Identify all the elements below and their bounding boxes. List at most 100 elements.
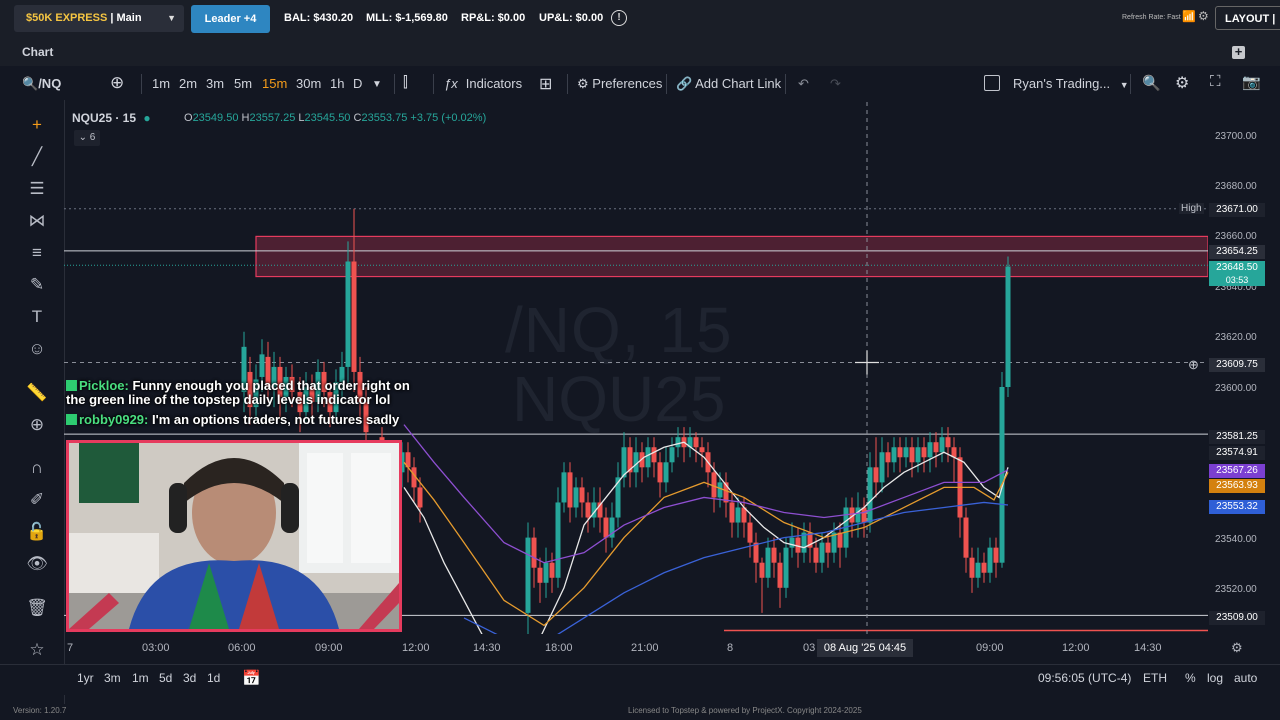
low-value: 23545.50 [304, 112, 351, 124]
price-label: 23540.00 [1215, 534, 1257, 545]
timeframe-30m[interactable]: 30m [296, 76, 321, 91]
auto-toggle[interactable]: auto [1234, 671, 1257, 685]
trash-icon[interactable]: 🗑 [26, 597, 48, 619]
candle-down [771, 547, 777, 563]
candle-down [759, 562, 765, 578]
template-dropdown[interactable]: Ryan's Trading... ▼ [1013, 76, 1129, 91]
candle-up [765, 547, 771, 578]
timeframe-2m[interactable]: 2m [179, 76, 197, 91]
horizontal-lines-tool-icon[interactable]: ☰ [26, 178, 48, 200]
candle-down [549, 562, 555, 578]
timeframe-1h[interactable]: 1h [330, 76, 344, 91]
brush-tool-icon[interactable]: ✎ [26, 274, 48, 296]
layout-button[interactable]: LAYOUT | de [1215, 6, 1280, 49]
indicator-collapse[interactable]: ⌄ 6 [74, 130, 100, 146]
leader-button[interactable]: Leader +4 [191, 5, 270, 33]
gear-icon[interactable]: ⚙ [1198, 9, 1209, 23]
candle-up [783, 547, 789, 588]
camera-icon[interactable]: 📷 [1242, 73, 1261, 91]
chat-message: robby0929: I'm an options traders, not f… [66, 413, 399, 427]
clock[interactable]: 09:56:05 (UTC-4) [1038, 671, 1131, 685]
candle-down [729, 502, 735, 523]
checkbox[interactable] [984, 75, 1000, 91]
indicators-button[interactable]: ƒx Indicators [444, 76, 522, 91]
tab-chart[interactable]: Chart [22, 45, 53, 59]
candle-down [921, 447, 927, 458]
zoom-search-icon[interactable]: 🔍 [1142, 74, 1161, 92]
candle-down [861, 507, 867, 523]
trendline-tool-icon[interactable]: ╱ [26, 146, 48, 168]
price-box: 23574.91 [1209, 446, 1265, 460]
redo-icon[interactable]: ↷ [830, 76, 841, 92]
crosshair-tool-icon[interactable]: + [26, 114, 48, 136]
license-text: Licensed to Topstep & powered by Project… [628, 706, 862, 715]
candle-up [573, 487, 579, 508]
leader-label: Leader +4 [204, 13, 257, 25]
range-5d[interactable]: 5d [159, 671, 172, 685]
divider [567, 74, 568, 94]
settings-gear-icon[interactable]: ⚙ [1175, 73, 1189, 93]
timeframe-15m[interactable]: 15m [262, 76, 287, 91]
percent-toggle[interactable]: % [1185, 671, 1196, 685]
fullscreen-icon[interactable]: ⛶ [1210, 73, 1221, 90]
add-chart-link-button[interactable]: 🔗 Add Chart Link [676, 76, 781, 92]
timeframe-d[interactable]: D [353, 76, 362, 91]
candle-up [1005, 266, 1011, 387]
ruler-tool-icon[interactable]: 📏 [26, 382, 48, 404]
ema-blue-box: 23553.32 [1209, 500, 1265, 514]
candle-up [891, 447, 897, 463]
open-value: 23549.50 [192, 112, 239, 124]
add-panel-icon[interactable]: + [1232, 45, 1245, 59]
range-1m[interactable]: 1m [132, 671, 149, 685]
range-1yr[interactable]: 1yr [77, 671, 94, 685]
indicator-count: 6 [89, 132, 96, 143]
layout-grid-icon[interactable]: ⊞ [539, 74, 552, 94]
chat-text: the green line of the topstep daily leve… [66, 392, 391, 407]
text-tool-icon[interactable]: T [26, 306, 48, 328]
axis-settings-icon[interactable]: ⚙ [1231, 640, 1243, 656]
log-toggle[interactable]: log [1207, 671, 1223, 685]
fib-tool-icon[interactable]: ≡ [26, 242, 48, 264]
calendar-icon[interactable]: 📅 [242, 669, 261, 687]
range-3m[interactable]: 3m [104, 671, 121, 685]
session-toggle[interactable]: ETH [1143, 671, 1167, 685]
pattern-tool-icon[interactable]: ⋈ [26, 210, 48, 232]
lock-icon[interactable]: 🔓 [26, 521, 48, 543]
stat-balance: BAL: $430.20 [284, 12, 354, 24]
eye-icon[interactable]: 👁 [26, 553, 48, 575]
candle-type-icon[interactable]: ⫿ [403, 74, 408, 91]
webcam-image [69, 443, 399, 629]
search-icon: 🔍 [22, 76, 39, 91]
timeframe-5m[interactable]: 5m [234, 76, 252, 91]
range-3d[interactable]: 3d [183, 671, 196, 685]
time-label: 09:00 [976, 642, 1004, 654]
star-icon[interactable]: ☆ [26, 639, 48, 661]
time-label: 12:00 [402, 642, 430, 654]
ema-purple-box: 23567.26 [1209, 464, 1265, 478]
magnet-tool-icon[interactable]: ∩ [26, 457, 48, 479]
price-box: 23581.25 [1209, 430, 1265, 444]
undo-icon[interactable]: ↶ [798, 76, 809, 92]
chevron-down-icon[interactable]: ▼ [372, 79, 382, 90]
symbol-search[interactable]: 🔍/NQ [22, 76, 61, 92]
candle-up [561, 472, 567, 503]
candle-up [867, 467, 873, 523]
time-label: 21:00 [631, 642, 659, 654]
preferences-label: Preferences [592, 76, 663, 91]
timeframe-1m[interactable]: 1m [152, 76, 170, 91]
zoom-in-tool-icon[interactable]: ⊕ [26, 414, 48, 436]
candle-up [927, 442, 933, 458]
info-icon[interactable]: ! [611, 10, 627, 26]
range-1d[interactable]: 1d [207, 671, 220, 685]
high-value: 23557.25 [249, 112, 296, 124]
add-alert-icon[interactable]: ⊕ [1188, 357, 1199, 373]
timeframe-3m[interactable]: 3m [206, 76, 224, 91]
crosshair-price: 23609.75 [1209, 358, 1265, 372]
chat-message: Pickloe: Funny enough you placed that or… [66, 379, 410, 407]
lock-drawing-pencil-icon[interactable]: ✐ [26, 489, 48, 511]
emoji-tool-icon[interactable]: ☺ [26, 338, 48, 360]
add-symbol-icon[interactable]: ⊕ [110, 73, 124, 93]
candle-up [789, 537, 795, 548]
preferences-button[interactable]: ⚙ Preferences [577, 76, 662, 92]
account-selector[interactable]: $50K EXPRESS | Main Accou...▼ [14, 5, 184, 51]
